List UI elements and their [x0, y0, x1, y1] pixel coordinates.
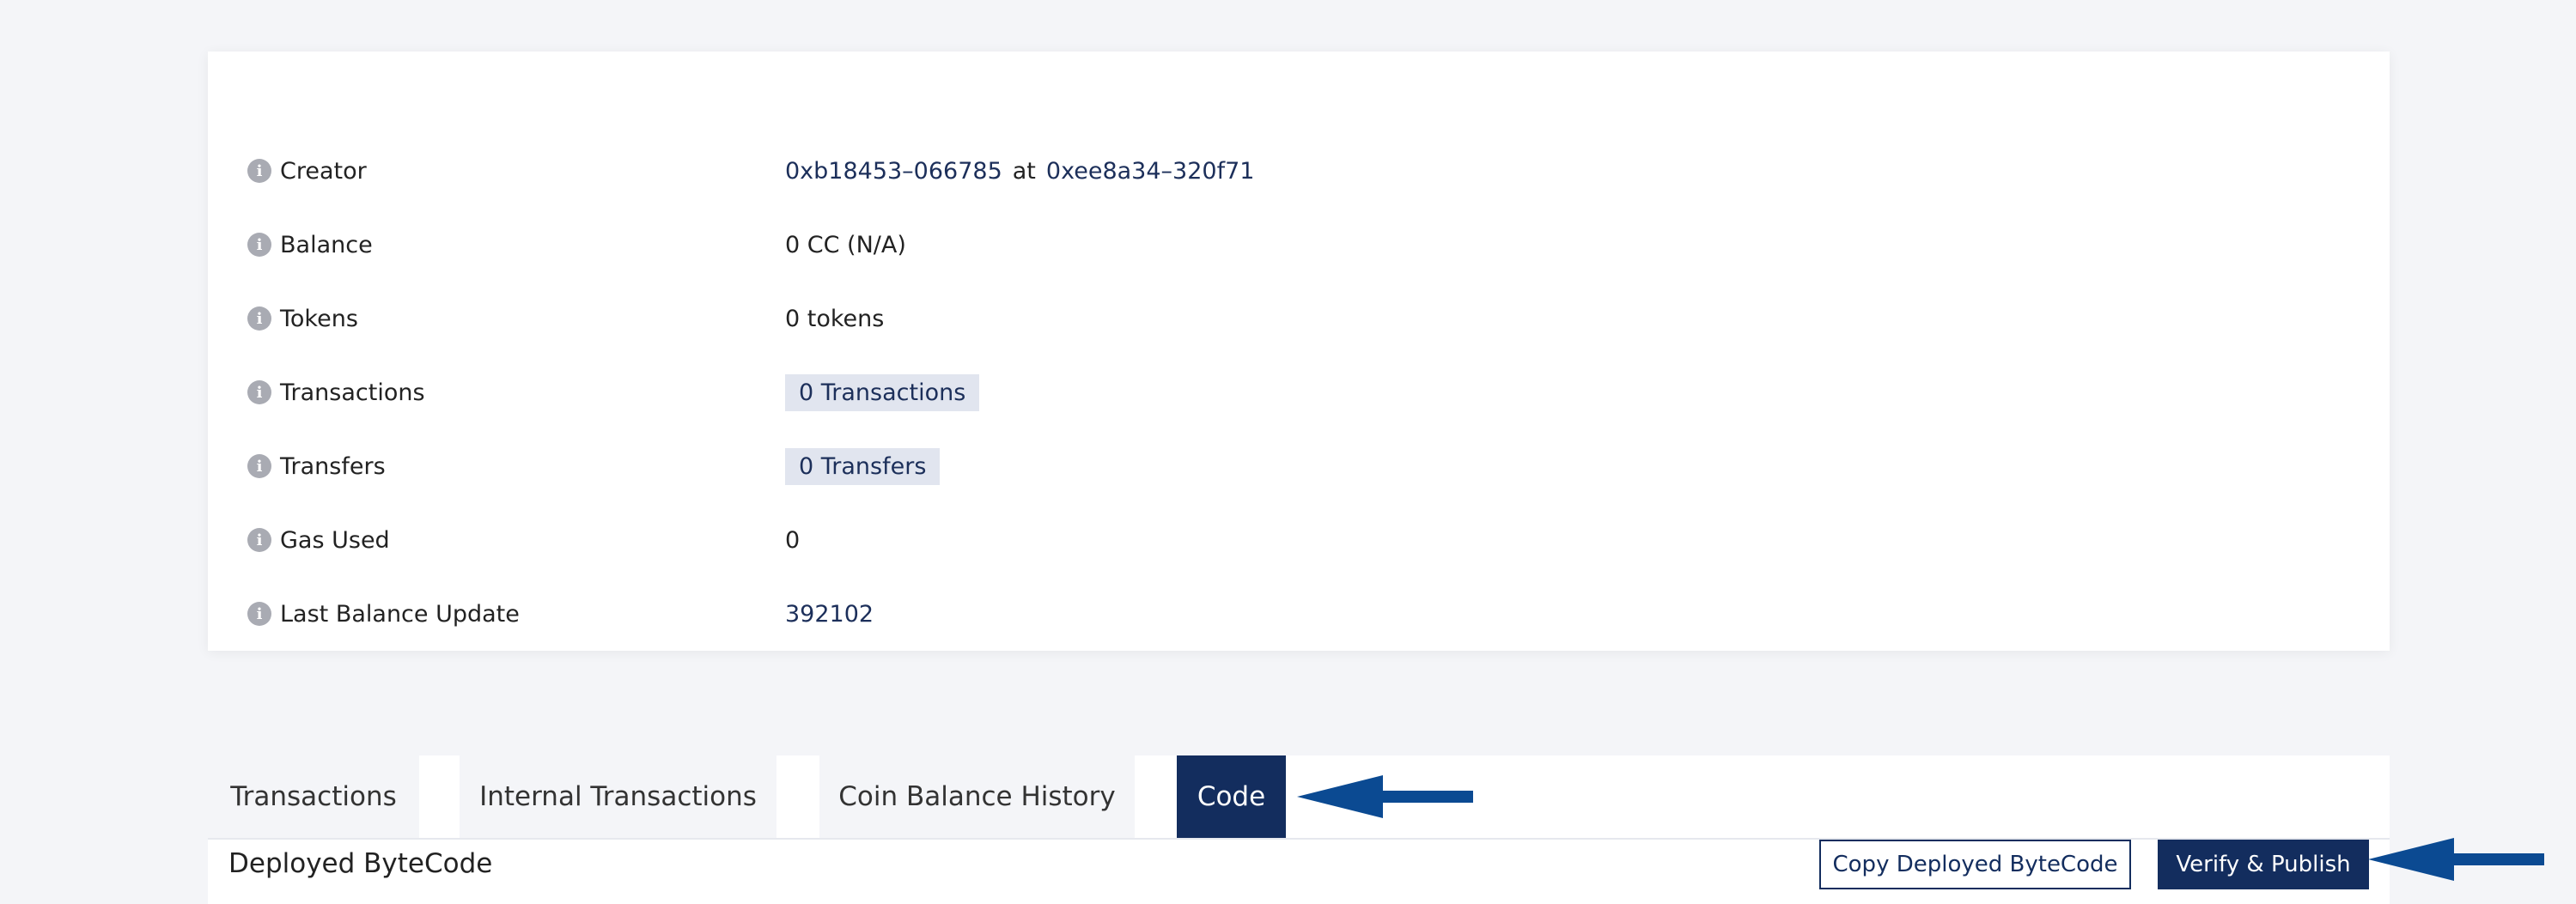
detail-label: Transactions — [280, 379, 425, 406]
creator-tx-link[interactable]: 0xee8a34–320f71 — [1046, 158, 1255, 185]
annotation-arrow-left-icon — [2368, 838, 2544, 881]
detail-label: Gas Used — [280, 526, 390, 554]
detail-label: Balance — [280, 231, 373, 258]
tokens-value: 0 tokens — [785, 305, 885, 332]
section-title-deployed-bytecode: Deployed ByteCode — [228, 848, 493, 879]
detail-label: Tokens — [280, 305, 358, 332]
info-icon[interactable]: i — [247, 454, 271, 478]
copy-deployed-bytecode-button[interactable]: Copy Deployed ByteCode — [1819, 840, 2131, 889]
balance-value: 0 CC (N/A) — [785, 231, 906, 258]
detail-row-last-balance-update: i Last Balance Update 392102 — [247, 597, 2309, 631]
info-icon[interactable]: i — [247, 159, 271, 183]
creator-at-text: at — [1012, 157, 1036, 185]
info-icon[interactable]: i — [247, 306, 271, 331]
creator-address-link[interactable]: 0xb18453–066785 — [785, 158, 1002, 185]
address-details-card: i Creator 0xb18453–066785 at 0xee8a34–32… — [208, 52, 2390, 651]
verify-publish-button[interactable]: Verify & Publish — [2158, 840, 2369, 889]
detail-row-creator: i Creator 0xb18453–066785 at 0xee8a34–32… — [247, 154, 2309, 188]
tab-code[interactable]: Code — [1177, 755, 1286, 838]
detail-label: Last Balance Update — [280, 600, 520, 628]
detail-row-transactions: i Transactions 0 Transactions — [247, 373, 2309, 411]
info-icon[interactable]: i — [247, 380, 271, 404]
detail-row-gas-used: i Gas Used 0 — [247, 523, 2309, 557]
detail-label: Transfers — [280, 452, 386, 480]
detail-row-tokens: i Tokens 0 tokens — [247, 301, 2309, 336]
transactions-count-badge[interactable]: 0 Transactions — [785, 373, 980, 411]
detail-label: Creator — [280, 157, 367, 185]
info-icon[interactable]: i — [247, 602, 271, 626]
info-icon[interactable]: i — [247, 528, 271, 552]
detail-row-transfers: i Transfers 0 Transfers — [247, 447, 2309, 485]
tab-coin-balance-history[interactable]: Coin Balance History — [819, 755, 1135, 838]
gas-used-value: 0 — [785, 526, 801, 554]
tab-transactions[interactable]: Transactions — [208, 755, 419, 838]
tab-internal-transactions[interactable]: Internal Transactions — [460, 755, 776, 838]
annotation-arrow-left-icon — [1297, 775, 1473, 818]
last-balance-update-block-link[interactable]: 392102 — [785, 601, 874, 628]
info-icon[interactable]: i — [247, 233, 271, 257]
transfers-count-badge[interactable]: 0 Transfers — [785, 447, 941, 485]
detail-row-balance: i Balance 0 CC (N/A) — [247, 228, 2309, 262]
